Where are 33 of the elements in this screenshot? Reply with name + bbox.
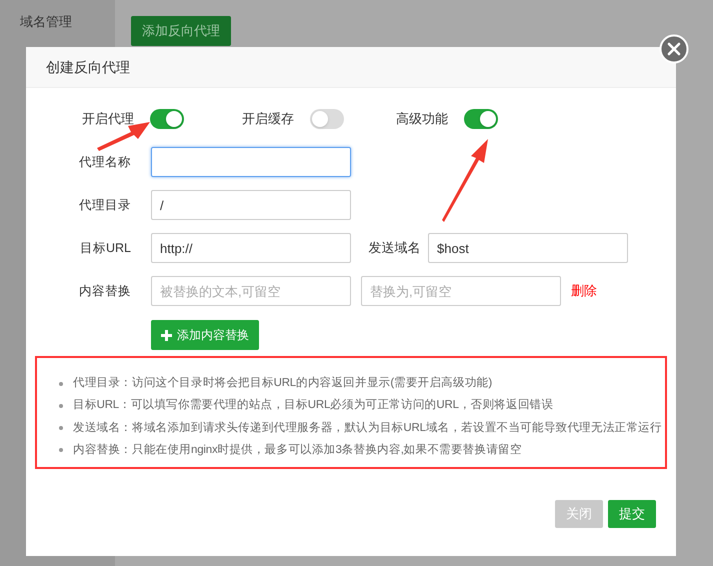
input-field[interactable]: / (151, 190, 351, 220)
bullet-icon (59, 404, 63, 408)
toggle-label: 高级功能 (396, 110, 448, 128)
bullet-icon (59, 426, 63, 430)
input-field[interactable]: http:// (151, 233, 351, 263)
submit-button[interactable]: 提交 (608, 500, 656, 528)
field-label: 代理目录 (78, 196, 131, 214)
field-label: 发送域名 (368, 239, 422, 258)
toggle-switch[interactable] (310, 109, 344, 129)
field-label: 目标URL (78, 240, 131, 257)
toggle-switch[interactable] (150, 109, 184, 129)
field-label: 代理名称 (78, 154, 131, 171)
plus-icon (161, 330, 172, 340)
delete-link[interactable]: 删除 (571, 281, 597, 301)
add-replacement-button[interactable]: 添加内容替换 (151, 320, 259, 350)
sidebar-item[interactable]: 域名管理 (0, 8, 115, 36)
input-field[interactable]: $host (428, 233, 628, 263)
input-field[interactable] (151, 147, 351, 177)
dialog-title: 创建反向代理 (46, 58, 130, 76)
help-note: 目标URL：可以填写你需要代理的站点，目标URL必须为可正常访问的URL，否则将返回错误 (73, 397, 554, 414)
help-note: 发送域名：将域名添加到请求头传递到代理服务器，默认为目标URL域名，若设置不当可能导致代理无法正常运行 (73, 420, 662, 436)
input-field[interactable]: 替换为,可留空 (361, 276, 561, 306)
toggle-label: 开启代理 (82, 110, 134, 128)
help-note: 代理目录：访问这个目录时将会把目标URL的内容返回并显示(需要开启高级功能) (73, 375, 492, 391)
help-note: 内容替换：只能在使用nginx时提供，最多可以添加3条替换内容,如果不需要替换请留空 (73, 442, 522, 458)
close-icon[interactable] (659, 34, 689, 64)
bullet-icon (59, 382, 63, 386)
input-field[interactable]: 被替换的文本,可留空 (151, 276, 351, 306)
field-label: 内容替换 (78, 282, 131, 300)
toggle-switch[interactable] (464, 109, 498, 129)
add-proxy-button[interactable]: 添加反向代理 (131, 16, 231, 46)
bullet-icon (59, 448, 63, 452)
toggle-label: 开启缓存 (242, 110, 294, 128)
